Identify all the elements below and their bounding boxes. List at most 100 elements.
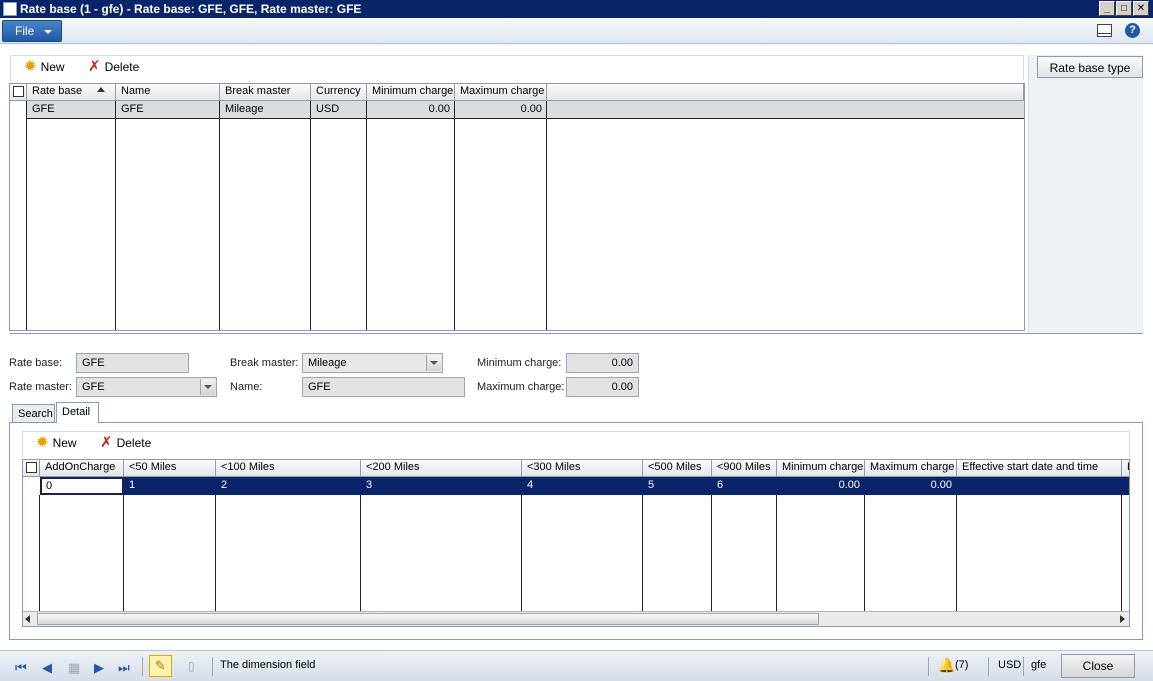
cell-minimum-charge[interactable]: 0.00	[777, 478, 865, 495]
previous-record-icon[interactable]: ◀	[42, 660, 52, 676]
detail-action-pane	[22, 431, 1130, 457]
help-icon[interactable]: ?	[1125, 23, 1140, 38]
grid-view-icon[interactable]: ▦	[68, 660, 80, 676]
cell-100-miles[interactable]: 2	[216, 478, 361, 495]
column-header-100-miles[interactable]: <100 Miles	[216, 460, 361, 477]
maximum-charge-label: Maximum charge:	[477, 381, 565, 393]
next-record-icon[interactable]: ▶	[94, 660, 104, 676]
chevron-down-icon	[44, 30, 52, 34]
layout-icon[interactable]	[1097, 24, 1112, 37]
cell-900-miles[interactable]: 6	[712, 478, 777, 495]
tab-search[interactable]: Search	[12, 404, 55, 423]
last-record-icon[interactable]: ⏭	[118, 660, 130, 676]
column-header-500-miles[interactable]: <500 Miles	[643, 460, 712, 477]
notification-bell-icon[interactable]: 🔔	[938, 657, 955, 674]
tab-detail[interactable]: Detail	[56, 402, 99, 423]
minimum-charge-label: Minimum charge:	[477, 357, 562, 369]
break-master-dropdown[interactable]: Mileage	[302, 353, 443, 373]
column-header-300-miles[interactable]: <300 Miles	[522, 460, 643, 477]
company-indicator[interactable]: gfe	[1031, 659, 1046, 671]
delete-button[interactable]: ✗ Delete	[88, 57, 139, 77]
new-star-icon: ✹	[36, 434, 49, 451]
rate-base-type-button[interactable]: Rate base type	[1037, 56, 1143, 78]
chevron-down-icon[interactable]	[200, 379, 215, 395]
edit-mode-pencil-icon[interactable]: ✎	[149, 655, 172, 677]
cell-500-miles[interactable]: 5	[643, 478, 712, 495]
chevron-down-icon[interactable]	[426, 355, 441, 371]
cell-name[interactable]: GFE	[116, 102, 220, 119]
cell-maximum-charge[interactable]: 0.00	[455, 102, 547, 119]
column-header-effective-start[interactable]: Effective start date and time	[957, 460, 1122, 477]
status-bar: ⏮ ◀ ▦ ▶ ⏭ ✎ ▯ The dimension field 🔔 (7) …	[0, 650, 1153, 681]
delete-x-icon: ✗	[88, 58, 101, 75]
divider	[9, 333, 1143, 334]
column-header-50-miles[interactable]: <50 Miles	[124, 460, 216, 477]
cell-200-miles[interactable]: 3	[361, 478, 522, 495]
break-master-value: Mileage	[308, 357, 347, 369]
break-master-label: Break master:	[230, 357, 299, 369]
title-bar: Rate base (1 - gfe) - Rate base: GFE, GF…	[0, 0, 1153, 18]
currency-indicator[interactable]: USD	[998, 659, 1021, 671]
column-header-filler	[547, 84, 1024, 101]
rate-base-grid[interactable]: Rate base Name Break master Currency Min…	[9, 83, 1025, 331]
scrollbar-thumb[interactable]	[37, 613, 819, 625]
maximum-charge-field[interactable]: 0.00	[566, 377, 639, 397]
scroll-right-icon[interactable]	[1120, 615, 1125, 623]
detail-delete-button[interactable]: ✗ Delete	[100, 433, 151, 453]
rate-master-value: GFE	[82, 381, 105, 393]
attachment-icon[interactable]: ▯	[188, 659, 195, 673]
window-title: Rate base (1 - gfe) - Rate base: GFE, GF…	[20, 2, 362, 16]
detail-grid[interactable]: AddOnCharge <50 Miles <100 Miles <200 Mi…	[22, 459, 1130, 627]
column-header-name[interactable]: Name	[116, 84, 220, 101]
rate-master-label: Rate master:	[9, 381, 72, 393]
file-menu-button[interactable]: File	[2, 20, 62, 42]
select-all-checkbox[interactable]	[13, 86, 24, 97]
minimum-charge-field[interactable]: 0.00	[566, 353, 639, 373]
cell-effective-start[interactable]	[957, 478, 1122, 495]
column-header-truncated[interactable]: E	[1122, 460, 1129, 477]
column-header-addoncharge[interactable]: AddOnCharge	[40, 460, 124, 477]
rate-base-label: Rate base:	[9, 357, 63, 369]
notification-count[interactable]: (7)	[955, 659, 968, 671]
horizontal-scrollbar[interactable]	[23, 611, 1129, 626]
top-action-pane	[10, 55, 1024, 81]
column-header-900-miles[interactable]: <900 Miles	[712, 460, 777, 477]
side-panel	[1028, 55, 1143, 333]
name-label: Name:	[230, 381, 263, 393]
scroll-left-icon[interactable]	[25, 615, 30, 623]
cell-maximum-charge[interactable]: 0.00	[865, 478, 957, 495]
maximize-button[interactable]: □	[1116, 1, 1132, 16]
first-record-icon[interactable]: ⏮	[15, 660, 27, 676]
column-header-maximum-charge[interactable]: Maximum charge	[455, 84, 547, 101]
column-header-break-master[interactable]: Break master	[220, 84, 311, 101]
column-header-rate-base[interactable]: Rate base	[27, 84, 116, 101]
select-all-checkbox[interactable]	[26, 462, 37, 473]
column-header-currency[interactable]: Currency	[311, 84, 367, 101]
rate-base-field[interactable]: GFE	[76, 353, 189, 373]
close-window-button[interactable]: ✕	[1133, 1, 1149, 16]
cell-50-miles[interactable]: 1	[124, 478, 216, 495]
sort-ascending-icon	[97, 87, 105, 92]
detail-new-label: New	[52, 436, 77, 450]
rate-master-dropdown[interactable]: GFE	[76, 377, 217, 397]
cell-300-miles[interactable]: 4	[522, 478, 643, 495]
addoncharge-input[interactable]: 0	[41, 478, 123, 494]
cell-rate-base[interactable]: GFE	[27, 102, 116, 119]
app-icon	[3, 2, 17, 16]
minimize-button[interactable]: _	[1099, 1, 1115, 16]
cell-currency[interactable]: USD	[311, 102, 367, 119]
name-field[interactable]: GFE	[302, 377, 465, 397]
column-header-minimum-charge[interactable]: Minimum charge	[367, 84, 455, 101]
new-button-label: New	[40, 60, 65, 74]
close-button[interactable]: Close	[1061, 654, 1135, 678]
column-header-200-miles[interactable]: <200 Miles	[361, 460, 522, 477]
column-header-maximum-charge[interactable]: Maximum charge	[865, 460, 957, 477]
cell-minimum-charge[interactable]: 0.00	[367, 102, 455, 119]
menu-bar: File	[0, 18, 1153, 44]
detail-delete-label: Delete	[116, 436, 152, 450]
detail-new-button[interactable]: ✹ New	[36, 433, 77, 453]
cell-break-master[interactable]: Mileage	[220, 102, 311, 119]
column-header-minimum-charge[interactable]: Minimum charge	[777, 460, 865, 477]
file-menu-label: File	[15, 24, 35, 38]
new-button[interactable]: ✹ New	[24, 57, 65, 77]
